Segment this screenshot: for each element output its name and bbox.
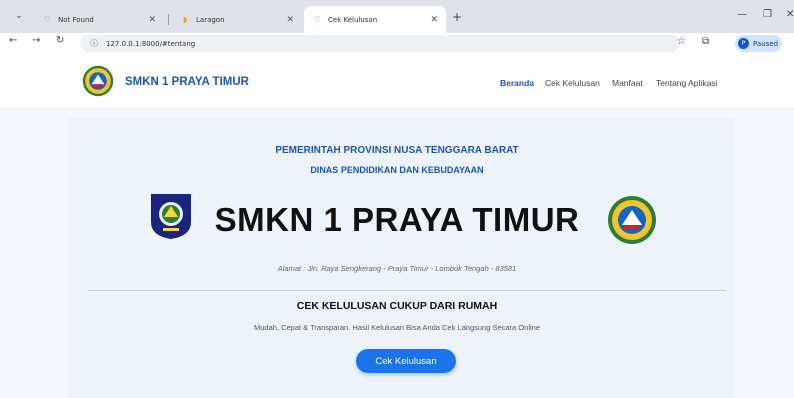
tab-search-icon[interactable]: ⌄ [10, 8, 28, 24]
reload-icon[interactable]: ↻ [56, 35, 64, 46]
brand-title[interactable]: SMKN 1 PRAYA TIMUR [125, 76, 249, 88]
dinas-heading: DINAS PENDIDIKAN DAN KEBUDAYAAN [310, 165, 484, 175]
nav-cek-kelulusan[interactable]: Cek Kelulusan [545, 78, 600, 88]
site-header: SMKN 1 PRAYA TIMUR Beranda Cek Kelulusan… [0, 54, 794, 109]
bookmark-star-icon[interactable]: ☆ [677, 36, 686, 47]
tab-not-found[interactable]: ♡ Not Found ✕ [34, 6, 164, 33]
tab-label: Not Found [58, 15, 94, 24]
minimize-icon[interactable]: — [737, 9, 747, 20]
school-emblem-icon [608, 196, 656, 244]
cek-heading: CEK KELULUSAN CUKUP DARI RUMAH [296, 300, 498, 312]
cek-kelulusan-button[interactable]: Cek Kelulusan [356, 349, 456, 373]
url-text[interactable]: 127.0.0.1:8000/#tentang [106, 40, 195, 48]
school-address: Alamat : Jln. Raya Sengkerang - Praya Ti… [277, 264, 517, 273]
forward-icon[interactable]: → [32, 35, 40, 46]
province-heading: PEMERINTAH PROVINSI NUSA TENGGARA BARAT [275, 145, 519, 156]
tab-label: Cek Kelulusan [328, 15, 378, 24]
nav-manfaat[interactable]: Manfaat [612, 78, 643, 88]
tab-laragon[interactable]: ◗ Laragon ✕ [172, 6, 302, 33]
tab-cek-kelulusan[interactable]: ♡ Cek Kelulusan ✕ [304, 6, 446, 33]
school-logo-icon[interactable] [82, 65, 114, 97]
laragon-favicon-icon: ◗ [182, 14, 188, 24]
nav-beranda[interactable]: Beranda [500, 78, 534, 88]
site-info-icon[interactable]: ⓘ [90, 38, 98, 49]
profile-button[interactable]: P Paused [735, 35, 782, 52]
heart-favicon-icon: ♡ [313, 14, 321, 24]
tab-separator [168, 14, 169, 25]
nav-tentang-aplikasi[interactable]: Tentang Aplikasi [656, 78, 717, 88]
new-tab-button[interactable]: + [452, 10, 462, 24]
maximize-icon[interactable]: ❐ [763, 9, 772, 20]
back-icon[interactable]: ← [9, 35, 17, 46]
close-tab-icon[interactable]: ✕ [286, 15, 294, 25]
profile-label: Paused [753, 39, 779, 48]
close-icon[interactable]: ✕ [786, 9, 794, 20]
close-tab-icon[interactable]: ✕ [148, 15, 156, 25]
close-tab-icon[interactable]: ✕ [430, 15, 438, 25]
browser-tabstrip: ⌄ ♡ Not Found ✕ ◗ Laragon ✕ ♡ Cek Kelulu… [0, 0, 794, 33]
address-bar[interactable]: ⓘ 127.0.0.1:8000/#tentang [80, 35, 680, 52]
extensions-icon[interactable]: ⧉ [702, 36, 709, 47]
divider [88, 290, 726, 291]
school-name-heading: SMKN 1 PRAYA TIMUR [214, 201, 580, 238]
tab-label: Laragon [196, 15, 225, 24]
browser-toolbar: ← → ↻ ⓘ 127.0.0.1:8000/#tentang ☆ ⧉ P Pa… [0, 33, 794, 54]
profile-avatar-icon: P [738, 38, 749, 49]
heart-favicon-icon: ♡ [43, 14, 51, 24]
cek-description: Mudah, Cepat & Transparan. Hasil Kelulus… [253, 323, 540, 332]
